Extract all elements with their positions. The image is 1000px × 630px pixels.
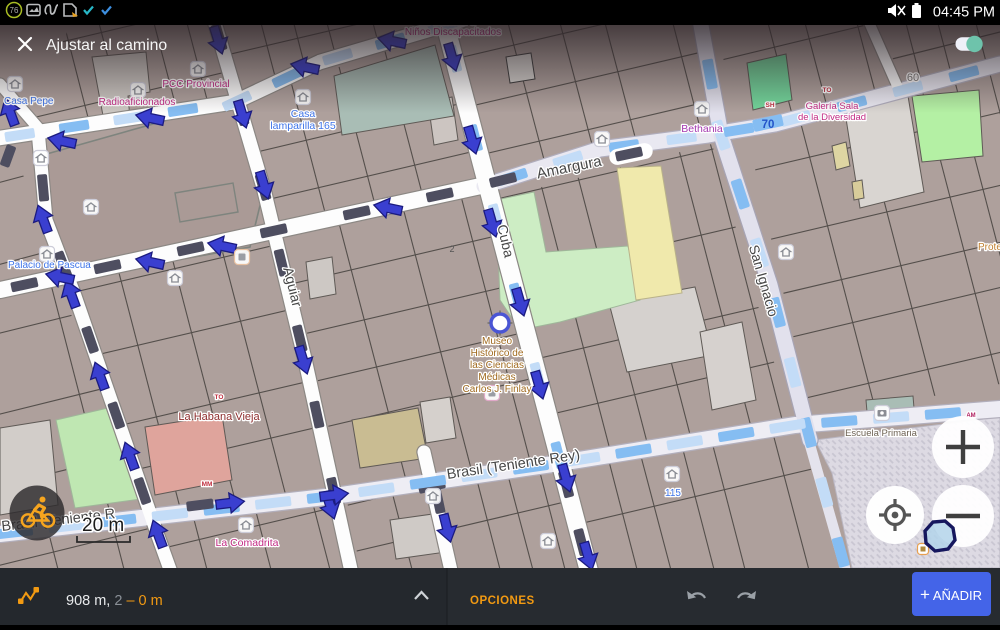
svg-text:Bethania: Bethania	[681, 123, 723, 135]
svg-text:OPCIONES: OPCIONES	[470, 595, 535, 607]
svg-text:las Ciencias: las Ciencias	[470, 360, 524, 371]
svg-text:Carlos J. Finlay: Carlos J. Finlay	[463, 384, 532, 395]
svg-text:Médicas: Médicas	[478, 372, 515, 383]
svg-text:76: 76	[10, 6, 19, 15]
svg-text:04:45 PM: 04:45 PM	[933, 5, 995, 21]
svg-text:Palacio de Pascua: Palacio de Pascua	[8, 260, 91, 271]
svg-text:70: 70	[762, 119, 775, 131]
svg-text:lamparilla 165: lamparilla 165	[270, 120, 336, 132]
svg-text:+ AÑADIR: + AÑADIR	[920, 585, 982, 604]
svg-text:Histórico de: Histórico de	[471, 348, 524, 359]
svg-text:20 m: 20 m	[82, 515, 124, 536]
svg-text:Protec: Protec	[978, 242, 1000, 253]
svg-text:Escuela Primaria: Escuela Primaria	[845, 428, 918, 439]
svg-text:MM: MM	[202, 481, 213, 488]
svg-text:2: 2	[449, 244, 454, 254]
svg-text:La Habana Vieja: La Habana Vieja	[178, 411, 260, 423]
svg-text:Museo: Museo	[482, 336, 512, 347]
svg-text:de la Diversidad: de la Diversidad	[798, 112, 866, 123]
svg-text:115: 115	[665, 488, 681, 499]
svg-text:TO: TO	[215, 394, 224, 401]
svg-text:Ajustar al camino: Ajustar al camino	[46, 37, 167, 54]
svg-text:La Comadrita: La Comadrita	[215, 537, 278, 549]
svg-text:908 m, 2 – 0 m: 908 m, 2 – 0 m	[66, 593, 163, 609]
